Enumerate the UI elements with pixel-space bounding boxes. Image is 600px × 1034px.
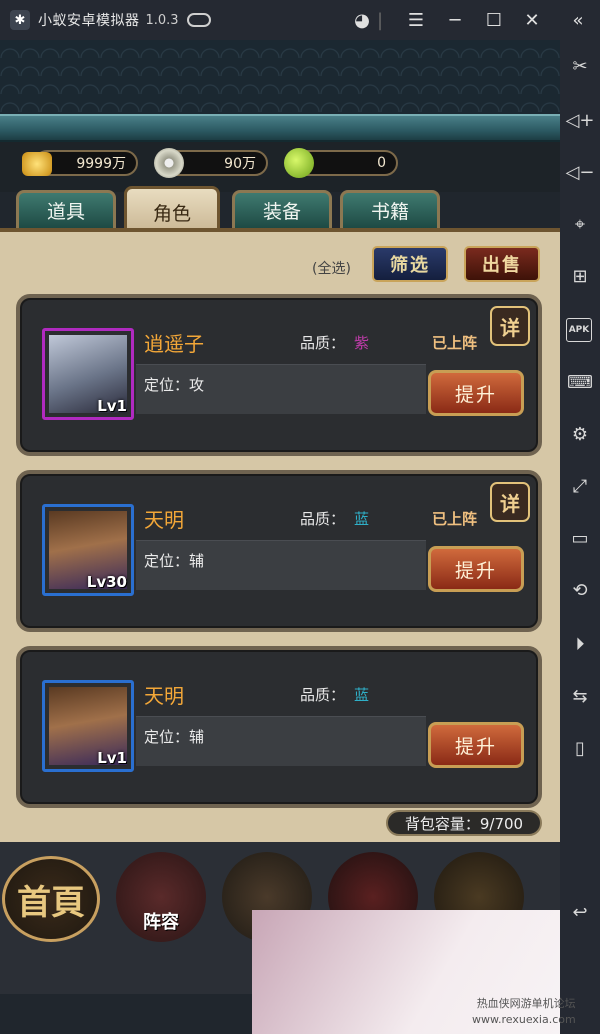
upgrade-button[interactable]: 提升 bbox=[428, 370, 524, 416]
level-label: Lv1 bbox=[97, 397, 127, 415]
upgrade-button[interactable]: 提升 bbox=[428, 722, 524, 768]
fullscreen-icon[interactable]: ⤢ bbox=[566, 472, 594, 500]
close-icon[interactable]: ✕ bbox=[520, 8, 544, 32]
character-name: 天明 bbox=[144, 684, 184, 708]
add-window-icon[interactable]: ⊞ bbox=[566, 262, 594, 290]
back-icon[interactable]: ↩ bbox=[566, 898, 594, 926]
character-name: 逍遥子 bbox=[144, 332, 204, 356]
quality-label: 品质： bbox=[300, 686, 346, 704]
wave-pattern-background bbox=[0, 40, 560, 118]
menu-icon[interactable]: ☰ bbox=[404, 8, 428, 32]
lineup-button[interactable]: 阵容 bbox=[116, 852, 206, 942]
character-portrait: Lv30 bbox=[42, 504, 134, 596]
character-name: 天明 bbox=[144, 508, 184, 532]
settings-gear-icon[interactable]: ⚙ bbox=[566, 420, 594, 448]
select-all-link[interactable]: (全选) bbox=[312, 258, 351, 278]
location-icon[interactable]: ⌖ bbox=[566, 210, 594, 238]
role-label: 定位：辅 bbox=[144, 552, 205, 570]
filter-button[interactable]: 筛选 bbox=[372, 246, 448, 282]
title-bar: ✱ 小蚁安卓模拟器 1.0.3 ◕ | ☰ ─ ☐ ✕ « bbox=[0, 0, 600, 40]
detail-button[interactable]: 详 bbox=[490, 306, 530, 346]
header-ribbon bbox=[0, 114, 560, 142]
maximize-icon[interactable]: ☐ bbox=[482, 8, 506, 32]
app-logo-icon: ✱ bbox=[10, 10, 30, 30]
bag-capacity: 背包容量：9/700 bbox=[386, 810, 542, 836]
scissors-icon[interactable]: ✂ bbox=[566, 52, 594, 80]
resource-bar: 9999万 90万 0 bbox=[0, 142, 560, 192]
app-version: 1.0.3 bbox=[145, 12, 179, 28]
quality-label: 品质： bbox=[300, 510, 346, 528]
quality-label: 品质： bbox=[300, 334, 346, 352]
role-label: 定位：辅 bbox=[144, 728, 205, 746]
collapse-sidebar-icon[interactable]: « bbox=[566, 8, 590, 32]
divider: | bbox=[376, 9, 384, 31]
quality-value: 蓝 bbox=[354, 510, 370, 528]
tab-equipment[interactable]: 装备 bbox=[232, 190, 332, 228]
keyboard-icon[interactable]: ⌨ bbox=[566, 368, 594, 396]
watermark: 热血侠网游单机论坛 www.rexuexia.com bbox=[472, 996, 576, 1028]
minimize-icon[interactable]: ─ bbox=[443, 8, 467, 32]
character-card[interactable]: Lv1 天明 品质： 蓝 定位：辅 提升 bbox=[16, 646, 542, 808]
deployed-status: 已上阵 bbox=[432, 334, 478, 352]
green-gem-icon bbox=[284, 148, 314, 178]
quality-value: 紫 bbox=[354, 334, 370, 352]
watermark-line1: 热血侠网游单机论坛 bbox=[476, 997, 576, 1010]
character-card[interactable]: Lv30 天明 品质： 蓝 已上阵 定位：辅 详 提升 bbox=[16, 470, 542, 632]
role-label: 定位：攻 bbox=[144, 376, 205, 394]
tab-books[interactable]: 书籍 bbox=[340, 190, 440, 228]
game-screen: 9999万 90万 0 道具 角色 装备 书籍 (全选) 筛选 出售 Lv1 逍… bbox=[0, 40, 560, 1034]
shake-icon[interactable]: ▯ bbox=[566, 734, 594, 762]
apk-icon[interactable]: APK bbox=[566, 318, 592, 342]
home-button[interactable]: 首頁 bbox=[2, 856, 100, 942]
detail-button[interactable]: 详 bbox=[490, 482, 530, 522]
pacman-icon[interactable]: ◕ bbox=[350, 8, 374, 32]
gold-ingot-icon bbox=[22, 152, 52, 176]
quality-value: 蓝 bbox=[354, 686, 370, 704]
app-title: 小蚁安卓模拟器 bbox=[38, 13, 140, 29]
upgrade-button[interactable]: 提升 bbox=[428, 546, 524, 592]
rotate-icon[interactable]: ⟲ bbox=[566, 576, 594, 604]
character-portrait: Lv1 bbox=[42, 680, 134, 772]
emulator-sidebar: ✂ ◁+ ◁− ⌖ ⊞ APK ⌨ ⚙ ⤢ ▭ ⟲ ⏵ ⇆ ▯ ↩ bbox=[560, 40, 600, 1034]
character-portrait: Lv1 bbox=[42, 328, 134, 420]
level-label: Lv1 bbox=[97, 749, 127, 767]
coin-icon bbox=[154, 148, 184, 178]
deployed-status: 已上阵 bbox=[432, 510, 478, 528]
sync-icon[interactable]: ⇆ bbox=[566, 682, 594, 710]
gamepad-icon[interactable] bbox=[186, 13, 211, 27]
level-label: Lv30 bbox=[86, 573, 127, 591]
play-icon[interactable]: ⏵ bbox=[566, 630, 594, 658]
volume-up-icon[interactable]: ◁+ bbox=[566, 106, 595, 134]
volume-down-icon[interactable]: ◁− bbox=[566, 158, 595, 186]
watermark-line2: www.rexuexia.com bbox=[472, 1013, 576, 1026]
tab-items[interactable]: 道具 bbox=[16, 190, 116, 228]
sell-button[interactable]: 出售 bbox=[464, 246, 540, 282]
character-card[interactable]: Lv1 逍遥子 品质： 紫 已上阵 定位：攻 详 提升 bbox=[16, 294, 542, 456]
screen-icon[interactable]: ▭ bbox=[566, 524, 594, 552]
